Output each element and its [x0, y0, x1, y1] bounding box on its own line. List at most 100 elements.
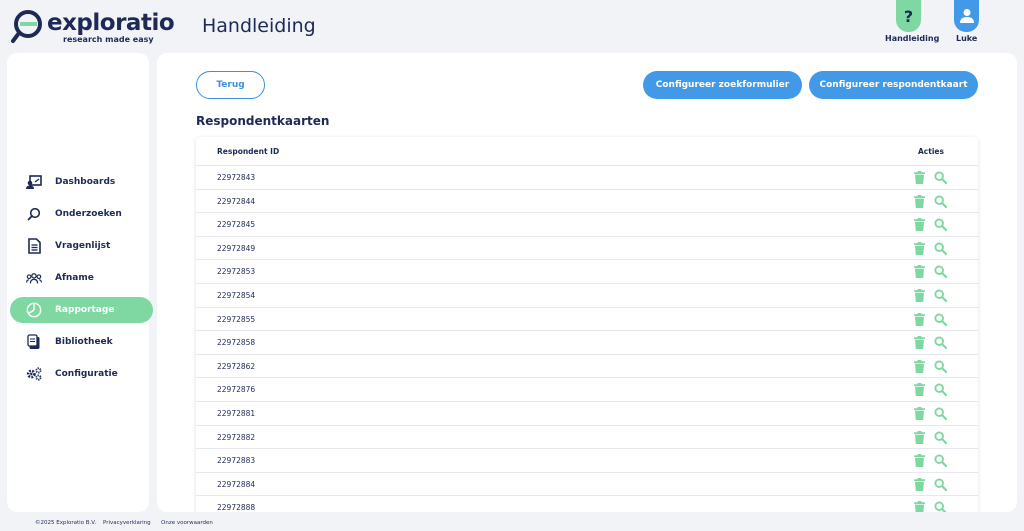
view-icon[interactable] [934, 407, 947, 420]
table-row: 22972845 [196, 213, 978, 237]
people-icon [26, 270, 42, 286]
delete-icon[interactable] [914, 383, 925, 397]
table-header: Respondent ID Acties [196, 137, 978, 166]
section-title: Respondentkaarten [196, 114, 330, 128]
column-header-respondent-id: Respondent ID [217, 147, 280, 156]
view-icon[interactable] [934, 430, 947, 444]
table-row: 22972853 [196, 260, 978, 284]
respondent-id-cell: 22972853 [217, 267, 256, 277]
sidebar-item-bibliotheek[interactable]: Bibliotheek [10, 329, 153, 355]
table-row: 22972843 [196, 166, 978, 190]
respondent-id-cell: 22972855 [217, 314, 256, 324]
sidebar-item-afname[interactable]: Afname [10, 265, 153, 291]
footer-copyright: ©2025 Exploratio B.V. [35, 520, 97, 526]
delete-icon[interactable] [914, 194, 925, 208]
delete-icon[interactable] [914, 218, 925, 232]
delete-icon[interactable] [914, 312, 925, 326]
view-icon[interactable] [934, 289, 947, 302]
user-icon [959, 9, 974, 23]
respondent-id-cell: 22972888 [217, 503, 256, 512]
document-icon [26, 238, 42, 254]
library-icon [26, 334, 42, 350]
sidebar-item-vragenlijst[interactable]: Vragenlijst [10, 233, 153, 259]
sidebar-item-label: Afname [55, 273, 94, 283]
user-tab-label[interactable]: Luke [956, 34, 977, 43]
respondent-id-cell: 22972882 [217, 432, 256, 442]
view-icon[interactable] [934, 383, 947, 397]
view-icon[interactable] [934, 360, 947, 373]
table-row: 22972884 [196, 473, 978, 497]
sidebar-item-label: Rapportage [55, 305, 115, 315]
delete-icon[interactable] [914, 241, 925, 255]
sidebar-item-label: Onderzoeken [55, 209, 122, 219]
respondent-id-cell: 22972843 [217, 173, 256, 182]
table-body: 22972843 22972844 22972845 22972849 22972853… [196, 166, 978, 512]
respondent-id-cell: 22972858 [217, 338, 256, 348]
table-row: 22972844 [196, 190, 978, 214]
view-icon[interactable] [934, 501, 947, 512]
delete-icon[interactable] [914, 359, 925, 373]
delete-icon[interactable] [914, 336, 925, 350]
delete-icon[interactable] [914, 430, 925, 444]
back-button[interactable]: Terug [196, 71, 265, 99]
main-panel: Terug Configureer zoekformulier Configur… [157, 53, 1017, 512]
sidebar-item-onderzoeken[interactable]: Onderzoeken [10, 201, 153, 227]
search-icon [26, 206, 42, 222]
sidebar-item-label: Bibliotheek [55, 337, 113, 347]
respondent-id-cell: 22972844 [217, 196, 256, 206]
footer-terms-link[interactable]: Onze voorwaarden [161, 520, 213, 526]
respondent-id-cell: 22972854 [217, 290, 256, 300]
page-title: Handleiding [202, 15, 316, 37]
table-row: 22972881 [196, 402, 978, 426]
table-row: 22972849 [196, 237, 978, 261]
table-row: 22972854 [196, 284, 978, 308]
gears-icon [26, 366, 42, 382]
delete-icon[interactable] [914, 288, 925, 302]
sidebar-item-dashboards[interactable]: Dashboards [10, 169, 153, 195]
logo-tagline: research made easy [63, 35, 154, 44]
table-row: 22972862 [196, 355, 978, 379]
question-icon: ? [903, 6, 914, 26]
logo-mark-icon [11, 10, 42, 43]
sidebar-item-label: Dashboards [55, 177, 116, 187]
delete-icon[interactable] [914, 265, 925, 279]
view-icon[interactable] [934, 218, 947, 232]
view-icon[interactable] [934, 265, 947, 279]
configure-search-form-button[interactable]: Configureer zoekformulier [643, 71, 802, 99]
sidebar-item-rapportage[interactable]: Rapportage [10, 297, 153, 323]
delete-icon[interactable] [914, 477, 925, 491]
footer-privacy-link[interactable]: Privacyverklaring [103, 520, 151, 526]
help-tab-label[interactable]: Handleiding [885, 34, 939, 43]
delete-icon[interactable] [914, 454, 925, 468]
respondent-id-cell: 22972883 [217, 456, 256, 466]
configure-respondent-card-button[interactable]: Configureer respondentkaart [809, 71, 978, 99]
view-icon[interactable] [934, 313, 947, 326]
exploratio-logo[interactable]: exploratio research made easy [11, 8, 175, 44]
column-header-actions: Acties [918, 147, 944, 156]
sidebar-item-label: Vragenlijst [55, 241, 111, 251]
help-tab[interactable]: ? [896, 0, 921, 32]
table-row: 22972882 [196, 426, 978, 450]
table-row: 22972858 [196, 331, 978, 355]
respondent-id-cell: 22972862 [217, 361, 256, 371]
view-icon[interactable] [934, 171, 947, 184]
view-icon[interactable] [934, 336, 947, 350]
respondent-id-cell: 22972845 [217, 220, 256, 230]
respondent-table: Respondent ID Acties 22972843 22972844 229… [196, 137, 978, 512]
table-row: 22972888 [196, 496, 978, 512]
view-icon[interactable] [934, 454, 947, 468]
logo-text: exploratio [47, 10, 175, 36]
pie-chart-icon [26, 302, 42, 318]
sidebar-item-label: Configuratie [55, 369, 118, 379]
view-icon[interactable] [934, 478, 947, 491]
delete-icon[interactable] [914, 171, 925, 184]
dashboard-icon [26, 174, 42, 190]
view-icon[interactable] [934, 195, 947, 208]
sidebar-item-configuratie[interactable]: Configuratie [10, 361, 153, 387]
delete-icon[interactable] [914, 501, 925, 512]
delete-icon[interactable] [914, 406, 925, 420]
user-tab[interactable] [954, 0, 979, 32]
view-icon[interactable] [934, 242, 947, 255]
table-row: 22972883 [196, 449, 978, 473]
respondent-id-cell: 22972881 [217, 408, 256, 418]
